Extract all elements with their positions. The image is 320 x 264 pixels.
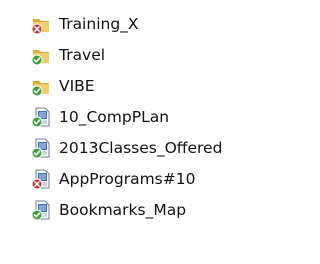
item-label: Travel — [59, 45, 106, 64]
file-item-10-compplan[interactable]: 10_CompPLan — [30, 101, 222, 132]
folder-ok-icon — [30, 75, 52, 97]
folder-item-travel[interactable]: Travel — [30, 39, 222, 70]
folder-ok-icon — [30, 44, 52, 66]
folder-item-vibe[interactable]: VIBE — [30, 70, 222, 101]
document-ok-icon — [30, 199, 52, 221]
file-item-2013classes-offered[interactable]: 2013Classes_Offered — [30, 132, 222, 163]
document-error-icon — [30, 168, 52, 190]
document-ok-icon — [30, 106, 52, 128]
item-label: 10_CompPLan — [59, 107, 170, 126]
item-label: VIBE — [59, 76, 95, 95]
file-item-appprograms-10[interactable]: AppPrograms#10 — [30, 163, 222, 194]
item-label: 2013Classes_Offered — [59, 138, 223, 157]
document-ok-icon — [30, 137, 52, 159]
file-item-bookmarks-map[interactable]: Bookmarks_Map — [30, 194, 222, 225]
file-list: Training_X Travel VIBE 10_CompPLan 2013C… — [30, 8, 222, 225]
item-label: Bookmarks_Map — [59, 200, 187, 219]
folder-item-training-x[interactable]: Training_X — [30, 8, 222, 39]
folder-error-icon — [30, 13, 52, 35]
item-label: AppPrograms#10 — [59, 169, 196, 188]
item-label: Training_X — [59, 14, 139, 33]
